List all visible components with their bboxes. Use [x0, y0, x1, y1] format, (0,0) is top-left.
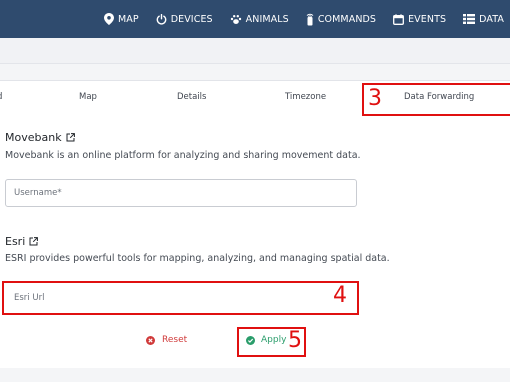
calendar-icon [393, 13, 405, 25]
nav-item-commands[interactable]: COMMANDS [306, 13, 376, 26]
tab-data-forwarding[interactable]: Data Forwarding [404, 92, 474, 102]
apply-label: Apply [261, 335, 287, 345]
tracker-icon [306, 13, 314, 26]
nav-label: DATA [479, 13, 504, 25]
reset-button[interactable]: Reset [146, 335, 187, 345]
nav-item-animals[interactable]: ANIMALS [230, 14, 289, 25]
movebank-title: Movebank [5, 131, 75, 144]
check-circle-icon [246, 335, 255, 345]
esri-description: ESRI provides powerful tools for mapping… [5, 253, 390, 264]
nav-label: MAP [117, 13, 139, 25]
tab-details[interactable]: Details [177, 92, 206, 102]
app-page: MAP DEVICES ANIMALS COMMANDS EVENTS DATA… [0, 0, 510, 382]
nav-label: EVENTS [408, 13, 447, 25]
apply-button[interactable]: Apply [246, 335, 286, 345]
movebank-title-text: Movebank [5, 131, 62, 144]
top-navigation: MAP DEVICES ANIMALS COMMANDS EVENTS DATA [0, 0, 510, 38]
table-icon [463, 14, 476, 24]
power-icon [156, 13, 167, 25]
tab-partial[interactable]: d [0, 92, 2, 102]
reset-label: Reset [162, 335, 188, 345]
annotation-marker-3: 3 [368, 86, 382, 111]
nav-item-map[interactable]: MAP [103, 13, 139, 25]
username-input[interactable] [5, 179, 357, 207]
paw-icon [230, 14, 242, 25]
settings-card: d Map Details Timezone 3 Data Forwarding… [0, 80, 510, 368]
esri-title-text: Esri [5, 235, 26, 248]
external-link-icon[interactable] [29, 237, 39, 246]
nav-item-data[interactable]: DATA [463, 14, 504, 25]
annotation-marker-5: 5 [288, 328, 302, 353]
nav-item-events[interactable]: EVENTS [393, 14, 446, 25]
tab-map[interactable]: Map [79, 92, 97, 102]
nav-label: ANIMALS [245, 13, 289, 25]
external-link-icon[interactable] [66, 133, 75, 142]
movebank-description: Movebank is an online platform for analy… [5, 150, 361, 161]
sub-header-band [0, 38, 510, 64]
tab-timezone[interactable]: Timezone [285, 92, 326, 102]
cancel-circle-icon [146, 335, 155, 345]
annotation-marker-4: 4 [333, 283, 347, 308]
settings-tabs: d Map Details Timezone 3 Data Forwarding [0, 81, 510, 119]
nav-label: DEVICES [170, 13, 213, 25]
map-pin-icon [103, 13, 114, 25]
esri-url-input[interactable] [2, 281, 359, 315]
nav-label: COMMANDS [317, 13, 377, 25]
nav-item-devices[interactable]: DEVICES [156, 13, 213, 25]
esri-title: Esri [5, 235, 39, 248]
